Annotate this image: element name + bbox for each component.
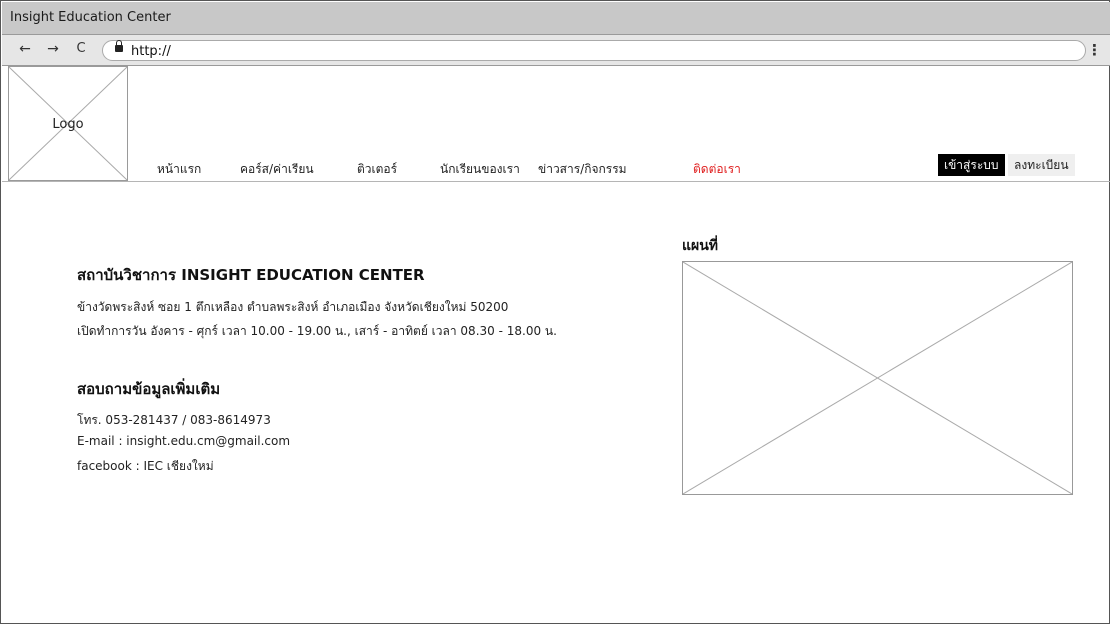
logo[interactable]: Logo (8, 66, 128, 181)
nav-item-students[interactable]: นักเรียนของเรา (440, 160, 520, 179)
nav-item-home[interactable]: หน้าแรก (157, 160, 201, 179)
email-text[interactable]: E-mail : insight.edu.cm@gmail.com (77, 434, 290, 448)
back-icon[interactable]: ← (16, 41, 34, 57)
map-placeholder[interactable] (682, 261, 1073, 495)
nav-item-contact[interactable]: ติดต่อเรา (693, 160, 741, 179)
window-title: Insight Education Center (10, 10, 171, 25)
url-input[interactable]: http:// (102, 40, 1086, 61)
address-text: ข้างวัดพระสิงห์ ซอย 1 ตึกเหลือง ตำบลพระส… (77, 300, 509, 314)
menu-icon[interactable]: ⋮ (1087, 41, 1102, 59)
reload-icon[interactable]: C (72, 41, 90, 56)
forward-icon[interactable]: → (44, 41, 62, 57)
phone-text: โทร. 053-281437 / 083-8614973 (77, 413, 271, 427)
address-bar: ← → C http:// ⋮ (2, 35, 1110, 66)
register-button[interactable]: ลงทะเบียน (1008, 154, 1075, 176)
facebook-text[interactable]: facebook : IEC เชียงใหม่ (77, 457, 214, 476)
logo-label: Logo (52, 117, 84, 132)
browser-titlebar: Insight Education Center (2, 2, 1110, 35)
more-info-title: สอบถามข้อมูลเพิ่มเติม (77, 380, 221, 398)
nav-item-news[interactable]: ข่าวสาร/กิจกรรม (538, 160, 627, 179)
map-title: แผนที่ (682, 238, 719, 254)
hours-text: เปิดทำการวัน อังคาร - ศุกร์ เวลา 10.00 -… (77, 324, 557, 338)
login-button[interactable]: เข้าสู่ระบบ (938, 154, 1005, 176)
map-placeholder-icon (683, 262, 1072, 494)
site-header: Logo หน้าแรก คอร์ส/ค่าเรียน ติวเตอร์ นัก… (2, 66, 1110, 182)
browser-window: Insight Education Center ← → C http:// ⋮… (0, 0, 1110, 624)
lock-icon (115, 40, 123, 52)
nav-item-tutors[interactable]: ติวเตอร์ (357, 160, 397, 179)
url-text: http:// (131, 44, 171, 59)
nav-item-courses[interactable]: คอร์ส/ค่าเรียน (240, 160, 314, 179)
institute-title: สถาบันวิชาการ INSIGHT EDUCATION CENTER (77, 266, 425, 284)
